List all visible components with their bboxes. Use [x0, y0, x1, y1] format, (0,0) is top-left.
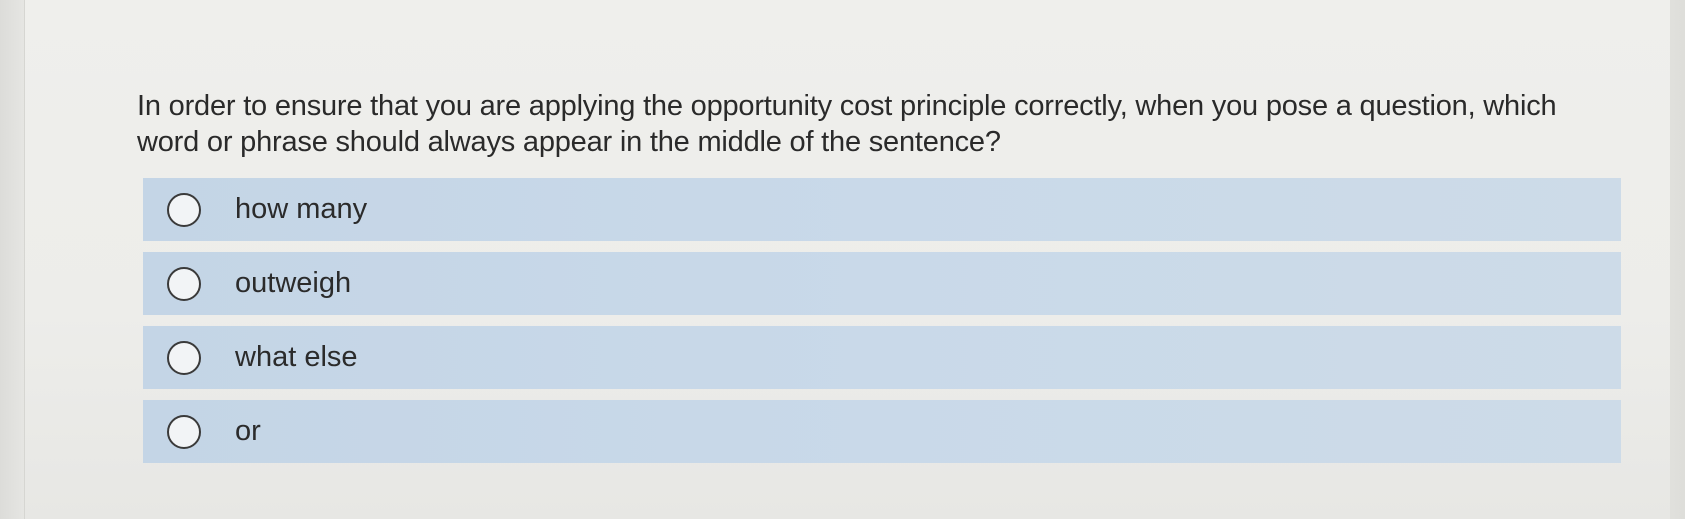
radio-button-icon[interactable] — [167, 414, 201, 449]
option-label: how many — [235, 193, 368, 225]
option-label: what else — [235, 341, 358, 373]
option-label: outweigh — [235, 267, 352, 299]
radio-button-icon[interactable] — [167, 266, 201, 301]
option-how-many[interactable]: how many — [143, 178, 1621, 241]
option-label: or — [235, 415, 261, 447]
option-outweigh[interactable]: outweigh — [143, 252, 1621, 315]
option-what-else[interactable]: what else — [143, 326, 1621, 389]
radio-button-icon[interactable] — [167, 192, 201, 227]
question-text: In order to ensure that you are applying… — [137, 90, 1557, 158]
answer-options: how many outweigh what else or — [143, 178, 1621, 474]
option-or[interactable]: or — [143, 400, 1621, 463]
radio-button-icon[interactable] — [167, 340, 201, 375]
question-panel: In order to ensure that you are applying… — [24, 0, 1670, 519]
